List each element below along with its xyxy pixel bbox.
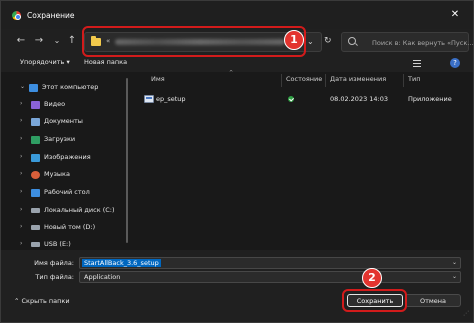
navigation-pane: ⌄ Этот компьютер › Видео › Документы › З… <box>1 72 134 250</box>
sidebar-item-usb[interactable]: › USB (E:) <box>1 240 126 253</box>
sync-status-ok-icon <box>288 96 294 102</box>
new-folder-button[interactable]: Новая папка <box>84 58 127 66</box>
column-divider[interactable] <box>325 74 326 87</box>
search-box[interactable]: Поиск в: Как вернуть «Пуск.... <box>341 32 474 52</box>
sidebar-item-label: Новый том (D:) <box>44 223 96 231</box>
filetype-value: Application <box>84 273 121 281</box>
sidebar-item-video[interactable]: › Видео <box>1 100 126 113</box>
downloads-icon <box>31 136 40 144</box>
sidebar-scrollbar[interactable] <box>126 78 128 243</box>
view-options-icon[interactable] <box>413 60 421 67</box>
content-area: ⌄ Этот компьютер › Видео › Документы › З… <box>1 70 473 250</box>
application-file-icon <box>144 95 154 103</box>
up-arrow-icon[interactable]: ↑ <box>65 34 79 48</box>
sidebar-item-label: USB (E:) <box>44 240 71 248</box>
sidebar-item-desktop[interactable]: › Рабочий стол <box>1 188 126 201</box>
sort-indicator-icon: ^ <box>229 70 234 76</box>
annotation-frame-address <box>82 26 306 57</box>
column-divider[interactable] <box>403 74 404 87</box>
expand-chevron-icon[interactable]: › <box>20 206 22 213</box>
filetype-select[interactable]: Application ⌄ <box>79 271 461 283</box>
sidebar-item-label: Видео <box>44 100 66 108</box>
file-date: 08.02.2023 14:03 <box>330 95 389 103</box>
music-icon <box>31 171 40 179</box>
sidebar-item-drive-c[interactable]: › Локальный диск (C:) <box>1 206 126 219</box>
documents-icon <box>31 118 40 126</box>
organize-menu-button[interactable]: Упорядочить ▾ <box>20 58 70 66</box>
sidebar-item-documents[interactable]: › Документы <box>1 117 126 130</box>
hide-folders-button[interactable]: ⌃ Скрыть папки <box>14 297 70 305</box>
search-icon <box>348 37 356 45</box>
expand-chevron-icon[interactable]: › <box>20 170 22 177</box>
expand-chevron-icon[interactable]: ⌄ <box>20 83 25 90</box>
sidebar-item-label: Загрузки <box>44 135 76 143</box>
drive-c-icon <box>31 208 40 213</box>
video-icon <box>31 101 40 109</box>
sidebar-item-pictures[interactable]: › Изображения <box>1 153 126 166</box>
sidebar-item-label: Музыка <box>44 170 70 178</box>
refresh-icon[interactable]: ↻ <box>324 36 332 46</box>
sidebar-item-label: Этот компьютер <box>42 83 99 91</box>
filetype-dropdown-chevron-icon[interactable]: ⌄ <box>452 273 457 280</box>
filename-label: Имя файла: <box>34 259 74 267</box>
column-header-date[interactable]: Дата изменения <box>330 75 386 83</box>
expand-chevron-icon[interactable]: › <box>20 117 22 124</box>
desktop-icon <box>31 189 40 197</box>
filename-dropdown-chevron-icon[interactable]: ⌄ <box>452 259 457 266</box>
expand-chevron-icon[interactable]: › <box>20 135 22 142</box>
annotation-frame-save <box>342 289 407 312</box>
recent-locations-icon[interactable]: ⌄ <box>50 34 64 48</box>
sidebar-item-music[interactable]: › Музыка <box>1 170 126 183</box>
sidebar-item-label: Изображения <box>44 153 91 161</box>
command-toolbar: Упорядочить ▾ Новая папка ? <box>1 55 473 72</box>
search-placeholder: Поиск в: Как вернуть «Пуск.... <box>372 39 474 47</box>
expand-chevron-icon[interactable]: › <box>20 153 22 160</box>
annotation-badge-1: 1 <box>284 30 304 50</box>
column-header-status[interactable]: Состояние <box>286 75 322 83</box>
computer-icon <box>29 84 38 92</box>
file-name: ep_setup <box>156 95 186 103</box>
column-header-type[interactable]: Тип <box>408 75 420 83</box>
address-dropdown-chevron-icon[interactable]: ⌄ <box>307 37 314 46</box>
close-button[interactable]: ✕ <box>447 7 463 23</box>
forward-arrow-icon[interactable]: → <box>32 34 46 48</box>
help-icon[interactable]: ? <box>450 58 460 68</box>
file-row[interactable]: ep_setup 08.02.2023 14:03 Приложение <box>139 94 459 106</box>
pictures-icon <box>31 154 40 162</box>
sidebar-item-downloads[interactable]: › Загрузки <box>1 135 126 148</box>
sidebar-item-label: Локальный диск (C:) <box>44 206 115 214</box>
sidebar-item-drive-d[interactable]: › Новый том (D:) <box>1 223 126 236</box>
sidebar-item-this-pc[interactable]: ⌄ Этот компьютер <box>1 83 126 96</box>
usb-drive-icon <box>31 242 40 247</box>
title-bar: Сохранение ✕ <box>1 1 473 29</box>
file-type: Приложение <box>408 95 452 103</box>
window-title: Сохранение <box>27 11 75 20</box>
column-header-name[interactable]: Имя <box>151 75 165 83</box>
filename-field[interactable]: StartAllBack_3.6_setup ⌄ <box>79 257 461 269</box>
back-arrow-icon[interactable]: ← <box>14 34 28 48</box>
save-dialog: Сохранение ✕ ← → ⌄ ↑ « ⌄ ↻ Поиск в: Как … <box>0 0 474 323</box>
cancel-button[interactable]: Отмена <box>405 294 461 307</box>
filetype-label: Тип файла: <box>35 273 74 281</box>
chrome-app-icon <box>12 11 21 20</box>
resize-grip-icon[interactable]: ⋰ <box>463 310 469 317</box>
file-list: ^ Имя Состояние Дата изменения Тип ep_se… <box>139 70 473 250</box>
annotation-badge-2: 2 <box>362 268 382 288</box>
sidebar-item-label: Рабочий стол <box>44 188 90 196</box>
expand-chevron-icon[interactable]: › <box>20 240 22 247</box>
expand-chevron-icon[interactable]: › <box>20 100 22 107</box>
column-divider[interactable] <box>281 74 282 87</box>
filename-value[interactable]: StartAllBack_3.6_setup <box>82 259 161 267</box>
sidebar-item-label: Документы <box>44 117 83 125</box>
drive-d-icon <box>31 225 40 230</box>
expand-chevron-icon[interactable]: › <box>20 223 22 230</box>
expand-chevron-icon[interactable]: › <box>20 188 22 195</box>
